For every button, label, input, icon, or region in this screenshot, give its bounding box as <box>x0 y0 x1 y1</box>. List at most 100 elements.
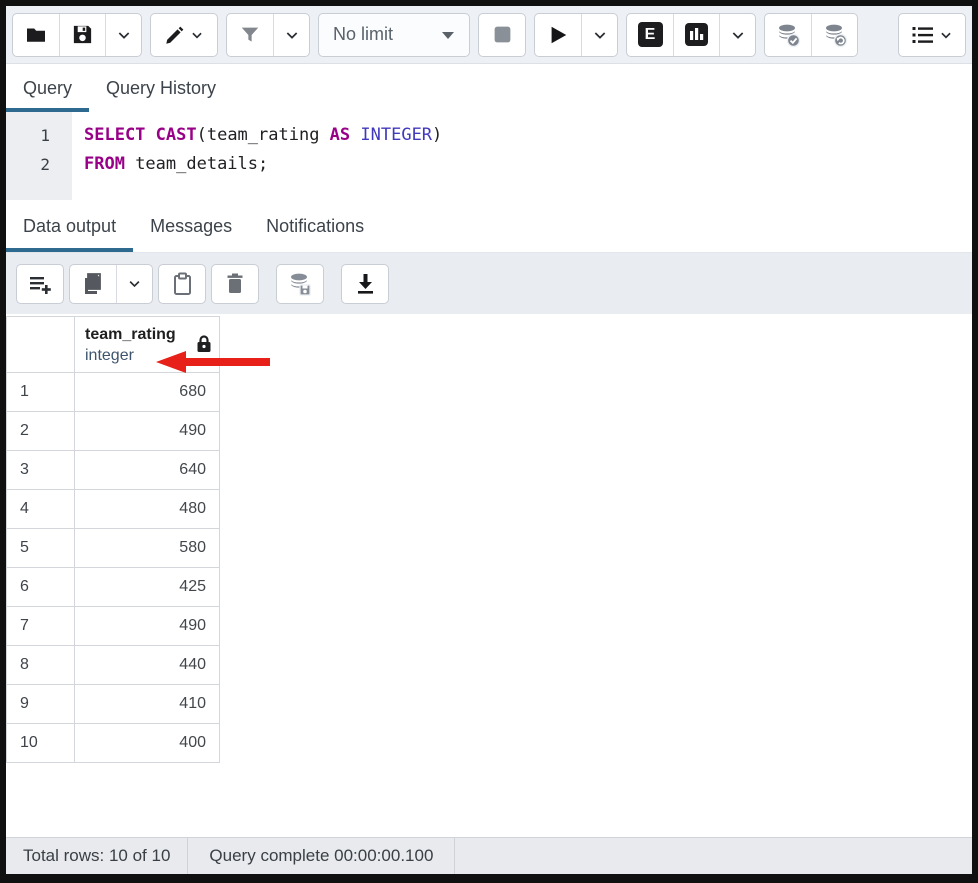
chevron-down-icon <box>730 27 746 43</box>
row-number-cell[interactable]: 8 <box>6 646 75 685</box>
table-row: 5580 <box>6 529 220 568</box>
filter-options-button[interactable] <box>273 14 309 56</box>
tab-notifications-label: Notifications <box>266 216 364 237</box>
chevron-down-icon <box>592 27 608 43</box>
row-number-cell[interactable]: 1 <box>6 373 75 412</box>
row-number-cell[interactable]: 6 <box>6 568 75 607</box>
pgadmin-query-tool: No limit E <box>6 6 972 874</box>
chevron-down-icon <box>939 28 953 42</box>
macros-button-group <box>898 13 966 57</box>
sql-editor[interactable]: 12 SELECT CAST(team_rating AS INTEGER)FR… <box>6 112 972 200</box>
status-bar: Total rows: 10 of 10 Query complete 00:0… <box>6 837 972 874</box>
query-complete-status: Query complete 00:00:00.100 <box>188 838 455 874</box>
filter-button[interactable] <box>227 14 273 56</box>
clipboard-icon <box>172 272 193 296</box>
tab-data-output-label: Data output <box>23 216 116 237</box>
code-line: FROM team_details; <box>84 150 442 179</box>
row-number-cell[interactable]: 9 <box>6 685 75 724</box>
sql-gutter: 12 <box>6 112 72 200</box>
explain-options-button[interactable] <box>719 14 755 56</box>
value-cell[interactable]: 680 <box>75 373 220 412</box>
tab-query-history[interactable]: Query History <box>89 64 233 112</box>
tab-query[interactable]: Query <box>6 64 89 112</box>
table-row: 4480 <box>6 490 220 529</box>
explain-analyze-icon <box>684 22 709 47</box>
edit-button-group <box>150 13 218 57</box>
save-icon <box>71 23 94 46</box>
value-cell[interactable]: 480 <box>75 490 220 529</box>
row-number-header[interactable] <box>6 316 75 373</box>
add-row-button[interactable] <box>17 265 63 303</box>
save-options-button[interactable] <box>105 14 141 56</box>
row-number-cell[interactable]: 10 <box>6 724 75 763</box>
tab-data-output[interactable]: Data output <box>6 200 133 252</box>
row-number-cell[interactable]: 2 <box>6 412 75 451</box>
table-row: 6425 <box>6 568 220 607</box>
funnel-icon <box>239 24 261 46</box>
value-cell[interactable]: 400 <box>75 724 220 763</box>
transaction-button-group <box>764 13 858 57</box>
chevron-down-icon <box>127 276 142 291</box>
copy-group <box>69 264 153 304</box>
value-cell[interactable]: 440 <box>75 646 220 685</box>
value-cell[interactable]: 490 <box>75 607 220 646</box>
rollback-button[interactable] <box>811 14 857 56</box>
screenshot-frame: No limit E <box>0 0 978 883</box>
explain-button[interactable]: E <box>627 14 673 56</box>
value-cell[interactable]: 425 <box>75 568 220 607</box>
play-icon <box>547 24 569 46</box>
open-file-button[interactable] <box>13 14 59 56</box>
explain-icon: E <box>638 22 663 47</box>
file-button-group <box>12 13 142 57</box>
code-line: SELECT CAST(team_rating AS INTEGER) <box>84 121 442 150</box>
red-arrow-icon <box>156 350 270 374</box>
copy-icon <box>82 272 104 296</box>
results-rows: 1680249036404480558064257490844094101040… <box>6 373 220 763</box>
execute-button[interactable] <box>535 14 581 56</box>
tab-notifications[interactable]: Notifications <box>249 200 381 252</box>
explain-button-group: E <box>626 13 756 57</box>
numbered-list-icon <box>911 24 935 46</box>
save-file-button[interactable] <box>59 14 105 56</box>
table-row: 3640 <box>6 451 220 490</box>
row-number-cell[interactable]: 7 <box>6 607 75 646</box>
tab-query-history-label: Query History <box>106 78 216 99</box>
execute-options-button[interactable] <box>581 14 617 56</box>
stop-button[interactable] <box>479 14 525 56</box>
save-data-changes-button[interactable] <box>277 265 323 303</box>
add-row-group <box>16 264 64 304</box>
chevron-down-icon <box>190 28 204 42</box>
stop-icon <box>492 24 513 45</box>
copy-button[interactable] <box>70 265 116 303</box>
paste-button[interactable] <box>159 265 205 303</box>
row-limit-select[interactable]: No limit <box>318 13 470 57</box>
execute-button-group <box>534 13 618 57</box>
explain-analyze-button[interactable] <box>673 14 719 56</box>
copy-options-button[interactable] <box>116 265 152 303</box>
commit-button[interactable] <box>765 14 811 56</box>
save-data-group <box>276 264 324 304</box>
query-toolbar: No limit E <box>6 6 972 64</box>
download-button[interactable] <box>342 265 388 303</box>
editor-tabbar: Query Query History <box>6 64 972 112</box>
row-number-cell[interactable]: 5 <box>6 529 75 568</box>
tab-messages-label: Messages <box>150 216 232 237</box>
results-toolbar <box>6 252 972 314</box>
row-number-cell[interactable]: 4 <box>6 490 75 529</box>
total-rows-status: Total rows: 10 of 10 <box>6 838 188 874</box>
results-grid: team_rating integer 16802490364044805580… <box>6 316 220 763</box>
row-number-cell[interactable]: 3 <box>6 451 75 490</box>
tab-messages[interactable]: Messages <box>133 200 249 252</box>
value-cell[interactable]: 410 <box>75 685 220 724</box>
table-row: 9410 <box>6 685 220 724</box>
value-cell[interactable]: 490 <box>75 412 220 451</box>
sql-code-lines[interactable]: SELECT CAST(team_rating AS INTEGER)FROM … <box>72 112 442 200</box>
row-limit-value: No limit <box>333 24 393 45</box>
value-cell[interactable]: 580 <box>75 529 220 568</box>
delete-row-button[interactable] <box>212 265 258 303</box>
edit-button[interactable] <box>151 14 217 56</box>
table-row: 1680 <box>6 373 220 412</box>
macros-button[interactable] <box>899 14 965 56</box>
db-commit-icon <box>775 22 801 48</box>
value-cell[interactable]: 640 <box>75 451 220 490</box>
